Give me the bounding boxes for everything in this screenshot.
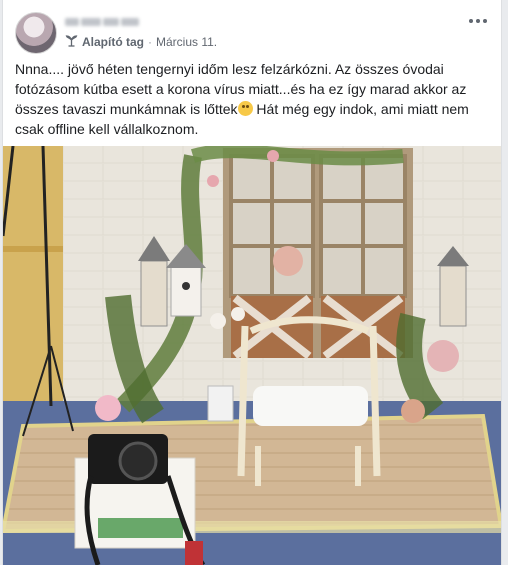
founder-badge-icon <box>65 34 78 50</box>
meta-separator: · <box>148 35 152 49</box>
author-avatar[interactable] <box>15 12 57 54</box>
post-header: Alapító tag · Március 11. <box>15 12 493 54</box>
author-name-blurred[interactable] <box>65 15 149 29</box>
post-body: Nnna.... jövő héten tengernyi időm lesz … <box>15 59 491 139</box>
more-options-icon[interactable] <box>467 14 489 28</box>
post-photo[interactable] <box>3 144 501 565</box>
member-role-label[interactable]: Alapító tag <box>82 35 144 49</box>
feed-post: Alapító tag · Március 11. Nnna.... jövő … <box>2 0 502 565</box>
post-timestamp[interactable]: Március 11. <box>156 35 217 49</box>
grimacing-face-emoji <box>237 101 253 116</box>
post-meta: Alapító tag · Március 11. <box>65 34 217 50</box>
